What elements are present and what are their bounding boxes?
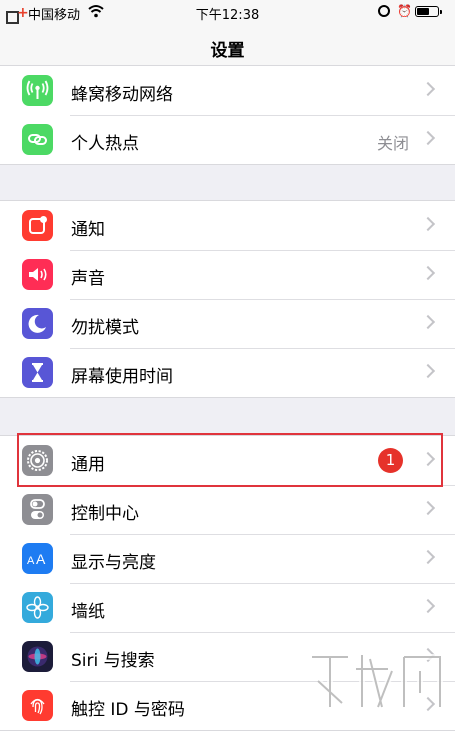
page-title: 设置 [210, 41, 245, 61]
chevron-right-icon [420, 598, 436, 614]
settings-row-wallpaper[interactable]: 墙纸 [0, 583, 455, 632]
chevron-right-icon [420, 314, 436, 330]
highlight-box [17, 433, 443, 487]
rotation-lock-icon [378, 5, 390, 17]
svg-text:A: A [27, 555, 35, 567]
settings-row-display[interactable]: AA 显示与亮度 [0, 534, 455, 583]
hotspot-icon [22, 124, 53, 155]
display-icon: AA [22, 543, 53, 574]
settings-row-cellular[interactable]: 蜂窝移动网络 [0, 66, 455, 115]
toggles-icon [22, 494, 53, 525]
settings-row-hotspot[interactable]: 个人热点 关闭 [0, 115, 455, 164]
siri-icon [22, 641, 53, 672]
settings-row-do-not-disturb[interactable]: 勿扰模式 [0, 299, 455, 348]
settings-row-label: 勿扰模式 [71, 318, 139, 338]
settings-row-label: 个人热点 [71, 134, 139, 154]
svg-text:A: A [36, 551, 46, 567]
settings-group-network: 蜂窝移动网络 个人热点 关闭 [0, 65, 455, 165]
chevron-right-icon [420, 549, 436, 565]
settings-row-label: 触控 ID 与密码 [71, 700, 185, 720]
settings-row-sound[interactable]: 声音 [0, 250, 455, 299]
cellular-icon [22, 75, 53, 106]
settings-row-screen-time[interactable]: 屏幕使用时间 [0, 348, 455, 397]
hotspot-status: 关闭 [376, 134, 409, 153]
settings-row-label: Siri 与搜索 [71, 651, 155, 671]
settings-group-notifications: 通知 声音 勿扰模式 屏幕使用时间 [0, 200, 455, 398]
settings-row-label: 控制中心 [71, 504, 139, 524]
settings-row-notifications[interactable]: 通知 [0, 201, 455, 250]
chevron-right-icon [420, 500, 436, 516]
chevron-right-icon [420, 265, 436, 281]
settings-row-label: 显示与亮度 [71, 553, 156, 573]
chevron-right-icon [420, 216, 436, 232]
chevron-right-icon [420, 81, 436, 97]
nav-bar: 设置 [0, 26, 455, 70]
settings-row-label: 声音 [71, 269, 105, 289]
chevron-right-icon [420, 363, 436, 379]
notifications-icon [22, 210, 53, 241]
chevron-right-icon [420, 130, 436, 146]
status-bar: + 中国移动 下午12:38 ⏰ [0, 0, 455, 26]
settings-row-label: 墙纸 [71, 602, 105, 622]
watermark-logo [312, 654, 443, 709]
settings-row-label: 蜂窝移动网络 [71, 85, 173, 105]
settings-row-label: 通知 [71, 220, 105, 240]
moon-icon [22, 308, 53, 339]
fingerprint-icon [22, 690, 53, 721]
battery-icon [415, 6, 442, 17]
alarm-icon: ⏰ [397, 4, 412, 18]
wallpaper-icon [22, 592, 53, 623]
sound-icon [22, 259, 53, 290]
settings-row-control-center[interactable]: 控制中心 [0, 485, 455, 534]
settings-row-label: 屏幕使用时间 [71, 367, 173, 387]
hourglass-icon [22, 357, 53, 388]
